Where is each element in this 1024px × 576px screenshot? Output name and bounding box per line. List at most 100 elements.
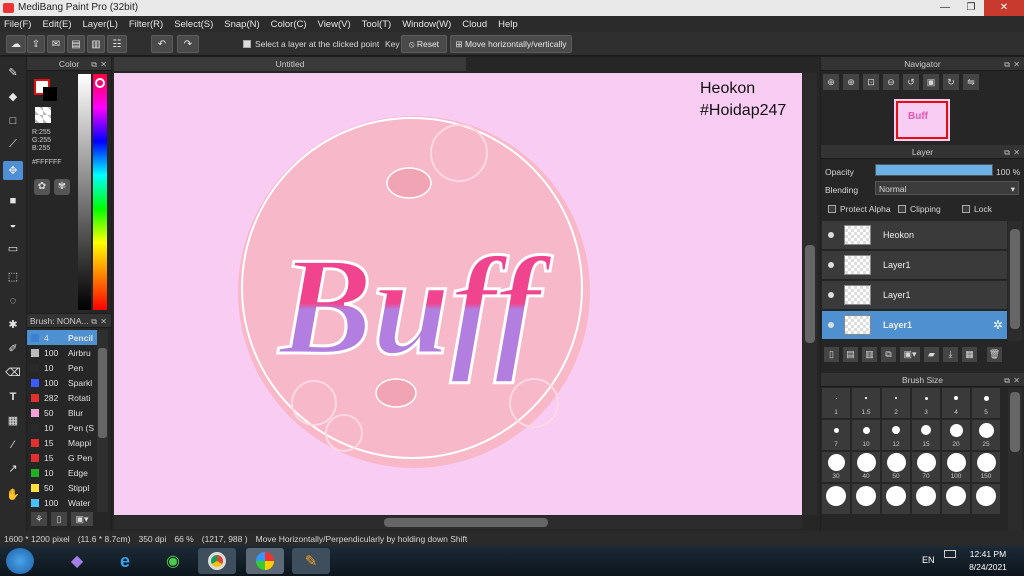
new-halftone-layer-icon[interactable]: ▤ (843, 347, 858, 362)
layer-row[interactable]: Layer1 ✲ (822, 311, 1007, 340)
float-icon[interactable]: ⧉ (1004, 58, 1010, 72)
select-pen-icon[interactable]: ✐ (3, 339, 23, 358)
brush-item[interactable]: 4 Pencil (27, 330, 97, 345)
redo-icon[interactable]: ↷ (177, 35, 199, 53)
move-tool-icon[interactable]: ✥ (3, 161, 23, 180)
restore-button[interactable]: ❐ (958, 0, 984, 16)
eraser-tool-icon[interactable]: ◆ (3, 87, 23, 106)
share-icon[interactable]: ⇪ (27, 35, 45, 53)
start-button[interactable] (6, 548, 34, 574)
panel-close-icon[interactable]: ✕ (1013, 374, 1020, 388)
gradient-tool-icon[interactable]: ▭ (3, 239, 23, 258)
bucket-tool-icon[interactable]: ◒ (3, 215, 23, 234)
layer-copy-icon[interactable]: ⧉ (881, 347, 896, 362)
brush-size-cell[interactable]: 1 (822, 388, 850, 418)
brush-size-cell[interactable]: 10 (852, 420, 880, 450)
brush-item[interactable]: 50 Blur (27, 405, 97, 420)
document-icon[interactable]: ▥ (87, 35, 105, 53)
brush-size-cell[interactable] (942, 484, 970, 514)
chrome-icon[interactable] (198, 548, 236, 574)
brush-size-cell[interactable]: 4 (942, 388, 970, 418)
float-icon[interactable]: ⧉ (1004, 146, 1010, 160)
menu-cloud[interactable]: Cloud (462, 19, 487, 30)
divide-tool-icon[interactable]: ▦ (3, 411, 23, 430)
minimize-button[interactable]: — (932, 0, 958, 16)
brush-item[interactable]: 15 G Pen (27, 450, 97, 465)
panel-close-icon[interactable]: ✕ (1013, 58, 1020, 72)
flatten-icon[interactable]: ▦ (962, 347, 977, 362)
brush-item[interactable]: 10 Pen (27, 360, 97, 375)
float-icon[interactable]: ⧉ (91, 315, 97, 329)
horizontal-scroll-thumb[interactable] (384, 518, 548, 527)
brush-size-cell[interactable]: 5 (972, 388, 1000, 418)
select-tool-icon[interactable]: ⬚ (3, 267, 23, 286)
comment-icon[interactable]: ✉ (47, 35, 65, 53)
move-hv-button[interactable]: ⊞ Move horizontally/vertically (450, 35, 572, 53)
panel-close-icon[interactable]: ✕ (100, 315, 107, 329)
background-color[interactable] (43, 87, 57, 101)
brightness-bar[interactable] (78, 74, 91, 310)
brush-scrollbar[interactable] (97, 330, 108, 512)
vertical-scrollbar[interactable] (803, 73, 817, 515)
brush-size-cell[interactable]: 70 (912, 452, 940, 482)
magic-wand-icon[interactable]: ✱ (3, 315, 23, 334)
operation-tool-icon[interactable]: ↗ (3, 459, 23, 478)
brush-item[interactable]: 10 Edge (27, 465, 97, 480)
panel-close-icon[interactable]: ✕ (100, 58, 107, 72)
menu-view[interactable]: View(V) (318, 19, 351, 30)
visibility-icon[interactable] (828, 292, 834, 298)
navigator-preview[interactable]: Buff (894, 99, 950, 141)
lock-checkbox[interactable] (962, 205, 970, 213)
brush-size-cell[interactable] (852, 484, 880, 514)
layer-menu-icon[interactable]: ▣▾ (900, 347, 920, 362)
fit-icon[interactable]: ⊡ (863, 74, 879, 90)
fill-rect-tool-icon[interactable]: ■ (3, 191, 23, 210)
zoom-in-icon[interactable]: ⊕ (823, 74, 839, 90)
blending-select[interactable]: Normal ▾ (875, 181, 1019, 195)
brush-tool-icon[interactable]: ✎ (3, 63, 23, 82)
actual-size-icon[interactable]: ▣ (923, 74, 939, 90)
layer-settings-icon[interactable]: ✲ (993, 318, 1003, 332)
brush-item[interactable]: 50 Stippl (27, 480, 97, 495)
panel-close-icon[interactable]: ✕ (1013, 146, 1020, 160)
hand-tool-icon[interactable]: ✋ (3, 485, 23, 504)
zoom-out-icon[interactable]: ⊖ (883, 74, 899, 90)
transparent-color[interactable] (35, 107, 51, 123)
add-brush-icon[interactable]: ⚘ (31, 512, 47, 526)
new-layer-icon[interactable]: ▯ (824, 347, 839, 362)
brush-size-cell[interactable]: 25 (972, 420, 1000, 450)
layer-row[interactable]: Heokon (822, 221, 1007, 250)
rotate-left-icon[interactable]: ↺ (903, 74, 919, 90)
lock-option[interactable]: Lock (962, 204, 992, 214)
layer-row[interactable]: Layer1 (822, 281, 1007, 310)
menu-select[interactable]: Select(S) (174, 19, 213, 30)
folder-icon[interactable]: ▰ (924, 347, 939, 362)
hue-picker[interactable] (95, 78, 105, 88)
brush-size-cell[interactable] (972, 484, 1000, 514)
brush-size-cell[interactable]: 1.5 (852, 388, 880, 418)
brush-size-cell[interactable]: 12 (882, 420, 910, 450)
brush-size-cell[interactable]: 50 (882, 452, 910, 482)
brush-menu-icon[interactable]: ▣▾ (71, 512, 93, 526)
layer-scrollbar[interactable] (1008, 221, 1022, 341)
protect-alpha-checkbox[interactable] (828, 205, 836, 213)
brush-size-scrollbar[interactable] (1008, 388, 1022, 531)
medibang-icon[interactable] (246, 548, 284, 574)
brush-size-cell[interactable]: 30 (822, 452, 850, 482)
close-button[interactable]: ✕ (984, 0, 1024, 16)
rectangle-tool-icon[interactable]: □ (3, 111, 23, 130)
lasso-tool-icon[interactable]: ◌ (3, 291, 23, 310)
select-eraser-icon[interactable]: ⌫ (3, 363, 23, 382)
drawing-canvas[interactable]: Buff Heokon #Hoidap247 (114, 73, 802, 515)
layer-row[interactable]: Layer1 (822, 251, 1007, 280)
reset-button[interactable]: ⦸ Reset (401, 35, 447, 53)
menu-file[interactable]: File(F) (4, 19, 31, 30)
undo-icon[interactable]: ↶ (151, 35, 173, 53)
visibility-icon[interactable] (828, 262, 834, 268)
internet-explorer-icon[interactable]: e (106, 548, 144, 574)
network-icon[interactable] (944, 550, 956, 558)
coccoc-icon[interactable]: ◉ (154, 548, 192, 574)
brush-size-cell[interactable]: 3 (912, 388, 940, 418)
menu-help[interactable]: Help (498, 19, 518, 30)
vertical-scroll-thumb[interactable] (805, 245, 815, 343)
